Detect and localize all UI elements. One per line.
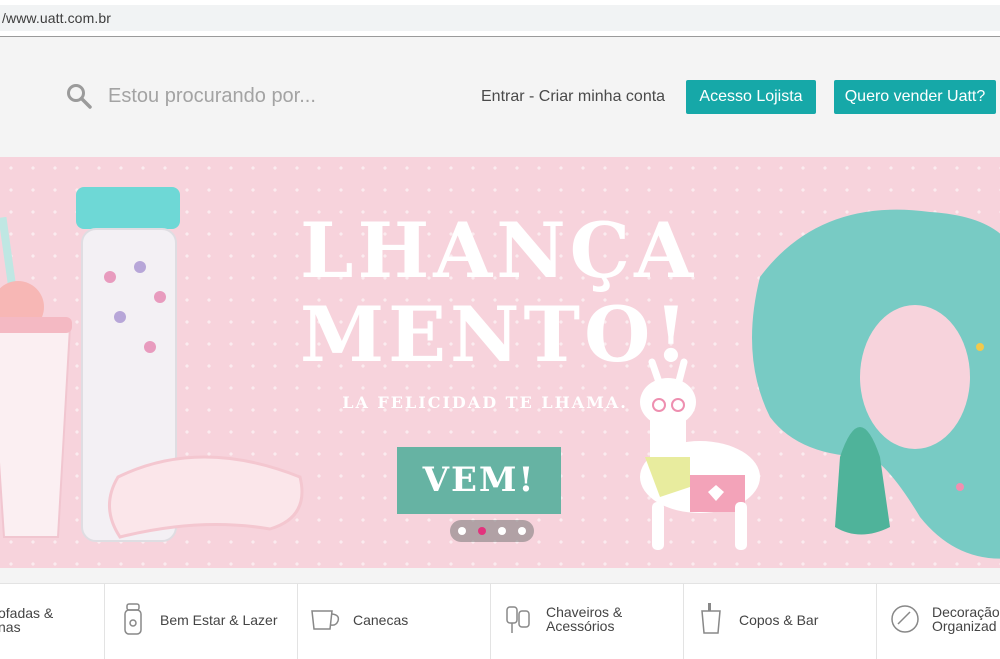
bottle-icon	[124, 603, 142, 635]
url-field[interactable]: /www.uatt.com.br	[0, 5, 1000, 31]
search-input[interactable]	[108, 81, 428, 111]
url-text: /www.uatt.com.br	[2, 10, 111, 26]
banner-subtitle: LA FELICIDAD TE LHAMA.	[342, 393, 628, 412]
category-chaveiros[interactable]: Chaveiros & Acessórios	[491, 584, 684, 659]
category-almofadas[interactable]: ofadas & nas	[0, 584, 105, 659]
cup-icon	[701, 603, 721, 634]
category-label: Bem Estar & Lazer	[160, 612, 278, 628]
tumbler-shape	[0, 326, 72, 538]
mug-icon	[311, 610, 340, 630]
carousel-dot[interactable]	[458, 527, 466, 535]
bottle-cap	[76, 187, 180, 229]
site-header: Entrar - Criar minha conta Acesso Lojist…	[0, 37, 1000, 157]
category-label: Decoração Organizad	[932, 604, 1000, 634]
banner-headline-line2: MENTO!	[300, 290, 692, 379]
browser-address-bar: /www.uatt.com.br	[0, 0, 1000, 37]
carousel-dot-active[interactable]	[478, 527, 486, 535]
category-label: Copos & Bar	[739, 612, 819, 628]
banner-headline-line1: LHANÇA	[300, 206, 698, 295]
category-decoracao[interactable]: Decoração Organizad	[877, 584, 1000, 659]
category-label: Chaveiros & Acessórios	[546, 604, 623, 634]
category-copos-bar[interactable]: Copos & Bar	[684, 584, 877, 659]
category-bar: ofadas & nas Bem Estar & Lazer Canecas C…	[0, 583, 1000, 659]
category-label: Canecas	[353, 612, 409, 628]
banner-headline: LHANÇA MENTO!	[300, 206, 698, 379]
carousel-indicator	[450, 520, 534, 542]
category-canecas[interactable]: Canecas	[298, 584, 491, 659]
neck-pillow-illustration	[752, 209, 1000, 559]
mirror-icon	[891, 605, 919, 633]
category-label: ofadas & nas	[0, 605, 54, 635]
carousel-dot[interactable]	[498, 527, 506, 535]
acesso-lojista-button[interactable]: Acesso Lojista	[686, 80, 816, 114]
sleep-mask-shape	[108, 455, 304, 539]
keychain-icon	[506, 606, 530, 633]
banner-cta-button[interactable]: VEM!	[397, 447, 561, 514]
hero-banner[interactable]: LHANÇA MENTO! LA FELICIDAD TE LHAMA. VEM…	[0, 157, 1000, 568]
llama-illustration	[640, 358, 760, 550]
category-bem-estar[interactable]: Bem Estar & Lazer	[105, 584, 298, 659]
search-icon[interactable]	[66, 83, 92, 109]
login-create-account-link[interactable]: Entrar - Criar minha conta	[481, 88, 665, 106]
quero-vender-button[interactable]: Quero vender Uatt?	[834, 80, 996, 114]
carousel-dot[interactable]	[518, 527, 526, 535]
tumbler-lid	[0, 317, 72, 333]
